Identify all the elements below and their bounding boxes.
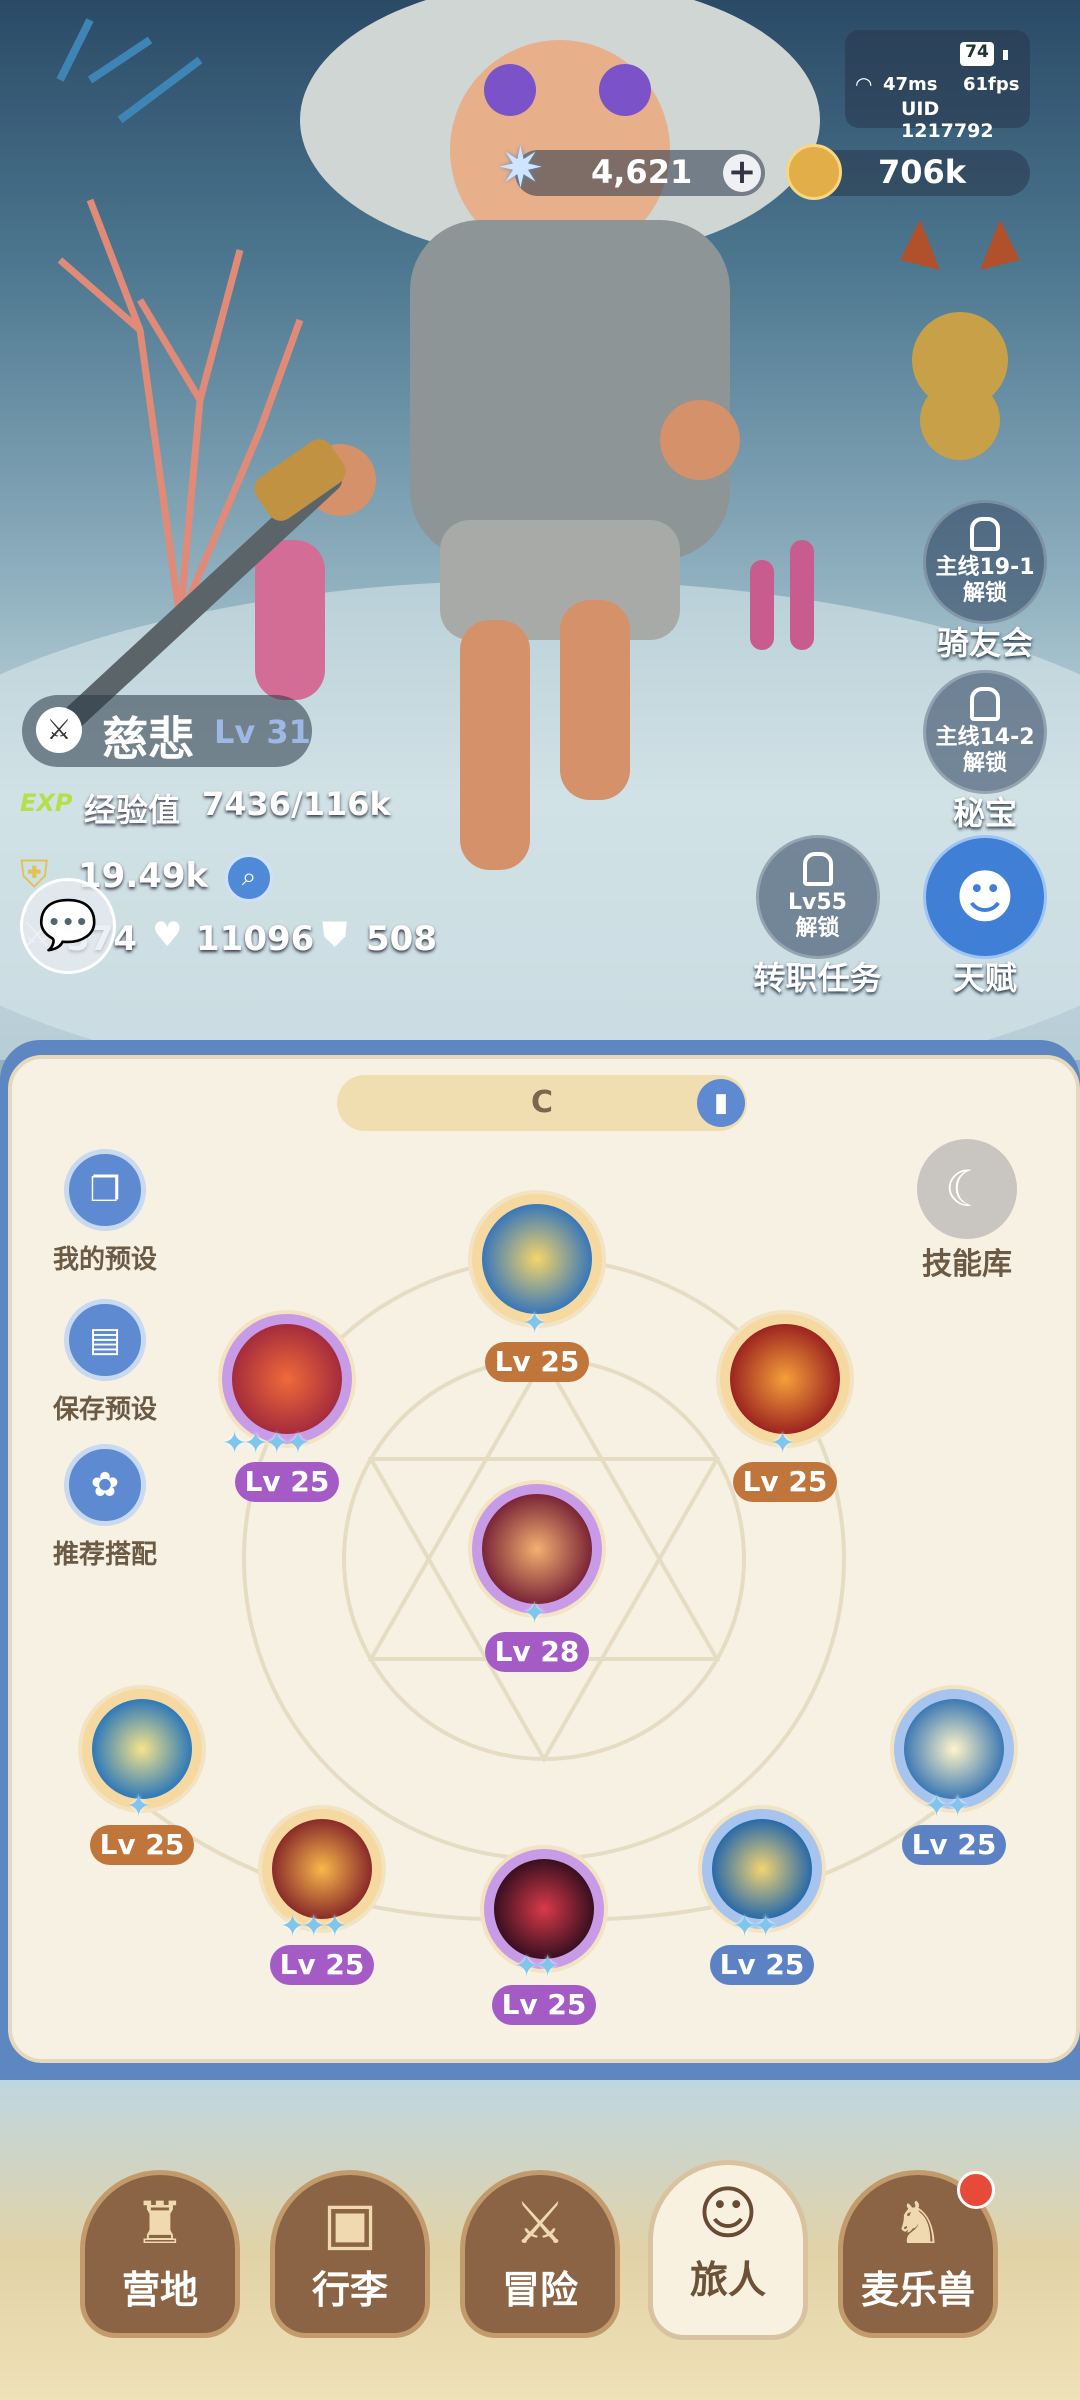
skill-level-badge: Lv 25 [733,1462,837,1502]
class-icon: ⚔ [36,707,82,753]
game-scene[interactable]: 74 ◠ 47ms 61fps UID 1217792 ✷ 4,621 + 70… [0,0,1080,1060]
recommend-icon: ✿ [64,1444,146,1526]
skill-level-badge: Lv 28 [485,1632,589,1672]
skill-level-badge: Lv 25 [270,1945,374,1985]
network-status: 74 ◠ 47ms 61fps UID 1217792 [845,30,1030,142]
skill-library-button[interactable]: ☾ 技能库 [902,1139,1032,1283]
preset-name: C [530,1085,554,1120]
lock-icon [970,687,1000,721]
shadow-demon-skill-icon [494,1859,594,1959]
crystal-icon: ✷ [497,136,544,201]
skill-panel: C ▮ ❐ 我的预设 ▤ 保存预设 ✿ 推荐搭配 ☾ 技能库 ✦ Lv 25 ✦… [8,1055,1080,2063]
fps-text: 61fps [963,74,1020,95]
side-button-riders-club[interactable]: 主线19-1 解锁 骑友会 [920,500,1050,664]
skill-level-badge: Lv 25 [492,1985,596,2025]
sword-burst-skill-icon [482,1494,592,1604]
castle-icon: ♜ [134,2189,186,2257]
recommended-button[interactable]: ✿ 推荐搭配 [30,1444,180,1571]
skill-level-badge: Lv 25 [485,1342,589,1382]
coin-counter: 706k [786,144,1030,200]
moon-star-icon: ☾ [917,1139,1017,1239]
nav-tab-pets[interactable]: ♞ 麦乐兽 [838,2170,998,2338]
battery-tip [1003,50,1008,60]
defense-icon: ⛊ [322,915,348,955]
hp-value: 11096 [196,919,315,959]
uid-text: UID 1217792 [901,98,994,142]
player-level: Lv 31 [214,713,311,751]
skill-level-badge: Lv 25 [235,1462,339,1502]
save-icon: ▤ [64,1299,146,1381]
light-burst-skill-icon [904,1699,1004,1799]
search-icon[interactable]: ⌕ [225,854,273,902]
player-nameplate[interactable]: ⚔ 慈悲 Lv 31 [22,695,312,767]
skill-level-badge: Lv 25 [710,1945,814,1985]
backpack-icon: ▣ [322,2189,378,2257]
cards-icon: ❐ [64,1149,146,1231]
chat-bubble-icon[interactable]: 💬 [20,878,116,974]
skill-slot-lower-4[interactable]: ✦✦ Lv 25 [702,1809,822,1985]
coin-icon [786,144,842,200]
flame-strike-skill-icon [232,1324,342,1434]
gem-amount: 4,621 [591,153,693,191]
fire-wave-skill-icon [272,1819,372,1919]
side-button-talent[interactable]: ☻ 天赋 [920,835,1050,999]
skill-slot-center[interactable]: ✦ Lv 28 [472,1484,602,1672]
skill-slot-lower-5[interactable]: ✦✦ Lv 25 [894,1689,1014,1865]
save-preset-button[interactable]: ▤ 保存预设 [30,1299,180,1426]
defense-value: 508 [366,919,437,959]
side-button-treasure[interactable]: 主线14-2 解锁 秘宝 [920,670,1050,834]
ping-text: 47ms [883,74,938,95]
lock-icon [970,517,1000,551]
notification-dot [957,2171,995,2209]
exp-label: 经验值 [84,791,181,829]
heart-icon: ♥ [152,915,183,955]
traveler-icon: ☺ [697,2179,759,2247]
my-presets-button[interactable]: ❐ 我的预设 [30,1149,180,1276]
lightning-skill-icon [92,1699,192,1799]
add-gems-button[interactable]: + [723,154,761,192]
book-icon[interactable]: ▮ [697,1079,745,1127]
player-name: 慈悲 [102,712,194,766]
lion-skill-icon [482,1204,592,1314]
gem-counter: ✷ 4,621 + [497,136,765,201]
fire-vortex-skill-icon [730,1324,840,1434]
nav-tab-traveler[interactable]: ☺ 旅人 [648,2160,808,2340]
battery-indicator: 74 [960,42,994,66]
skill-slot-upper-left[interactable]: ✦✦✦✦ Lv 25 [222,1314,352,1502]
wifi-icon: ◠ [855,72,873,96]
golden-hand-skill-icon [712,1819,812,1919]
skill-slot-lower-1[interactable]: ✦ Lv 25 [82,1689,202,1865]
brain-head-icon: ☻ [954,863,1016,931]
nav-tab-adventure[interactable]: ⚔ 冒险 [460,2170,620,2338]
skill-slot-lower-3[interactable]: ✦✦ Lv 25 [484,1849,604,2025]
exp-value: 7436/116k [202,785,391,823]
skill-level-badge: Lv 25 [902,1825,1006,1865]
side-button-job-change[interactable]: Lv55 解锁 转职任务 [750,835,885,999]
skill-slot-lower-2[interactable]: ✦✦✦ Lv 25 [262,1809,382,1985]
crossed-swords-icon: ⚔ [514,2189,566,2257]
preset-name-bar[interactable]: C ▮ [337,1075,747,1131]
lock-icon [802,852,833,886]
skill-slot-top[interactable]: ✦ Lv 25 [472,1194,602,1382]
nav-tab-luggage[interactable]: ▣ 行李 [270,2170,430,2338]
skill-slot-upper-right[interactable]: ✦ Lv 25 [720,1314,850,1502]
coin-amount: 706k [878,153,967,191]
exp-badge: EXP [20,789,73,817]
skill-level-badge: Lv 25 [90,1825,194,1865]
nav-tab-camp[interactable]: ♜ 营地 [80,2170,240,2338]
